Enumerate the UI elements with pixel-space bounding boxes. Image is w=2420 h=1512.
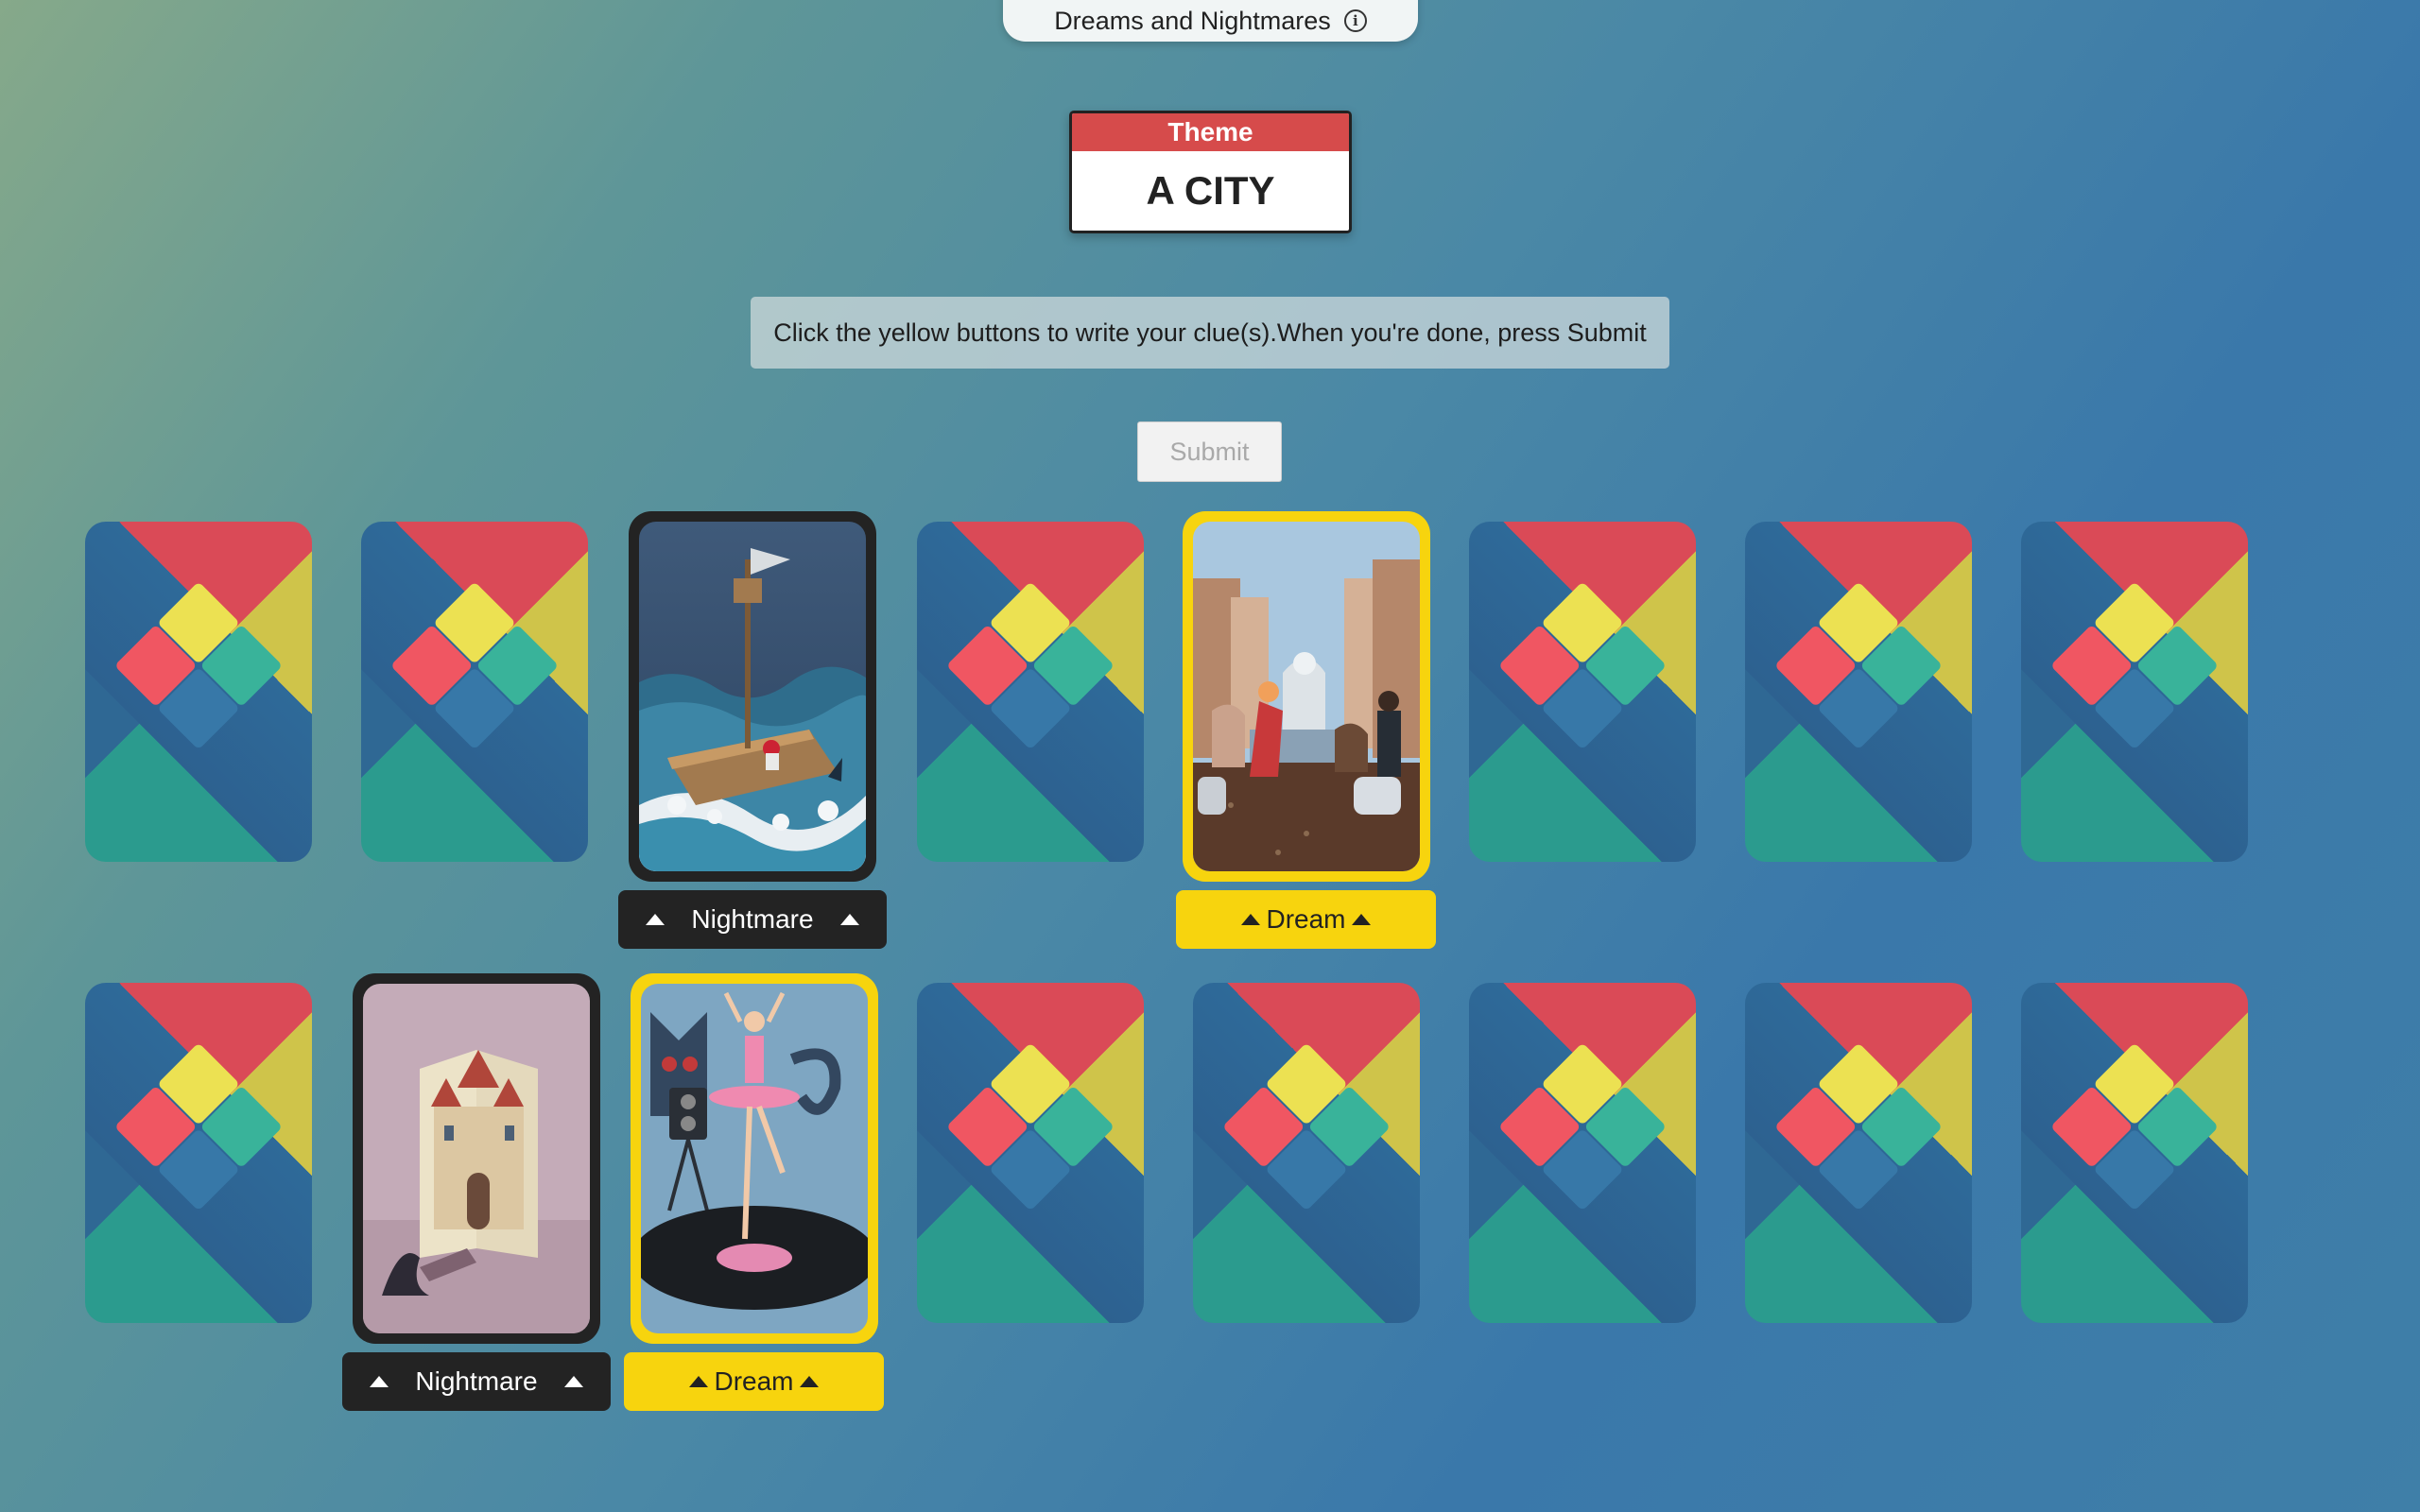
dream-tag-button[interactable]: Dream [624,1352,884,1411]
arrow-up-icon [839,914,859,925]
card-face-down[interactable] [1193,983,1420,1323]
arrow-up-icon [689,1376,709,1387]
submit-button[interactable]: Submit [1137,421,1282,482]
card-face-down[interactable] [1745,522,1972,862]
theme-value: A CITY [1146,168,1275,213]
raft-in-stormy-sea-illustration [639,522,866,871]
card-face-down[interactable] [85,522,312,862]
nightmare-tag-button[interactable]: Nightmare [342,1352,611,1411]
card-face-down[interactable] [2021,983,2248,1323]
city-plaza-with-statue-illustration [1193,522,1420,871]
card-face-down[interactable] [361,522,588,862]
info-icon[interactable]: i [1343,9,1367,32]
arrow-up-icon [1351,914,1371,925]
card-face-down[interactable] [917,983,1144,1323]
card-face-down[interactable] [2021,522,2248,862]
instruction-banner: Click the yellow buttons to write your c… [751,297,1669,369]
theme-card: Theme A CITY [1069,111,1352,233]
game-title: Dreams and Nightmares [1054,6,1331,35]
tag-label: Nightmare [415,1366,538,1396]
tag-label: Nightmare [691,904,814,934]
dream-tag-button[interactable]: Dream [1176,890,1436,949]
card-nightmare-raft[interactable] [629,511,876,882]
card-dream-city[interactable] [1183,511,1430,882]
arrow-up-icon [563,1376,583,1387]
card-face-down[interactable] [917,522,1144,862]
arrow-up-icon [370,1376,389,1387]
game-title-bar: Dreams and Nightmares i [1003,0,1418,42]
card-dream-ballerina[interactable] [631,973,878,1344]
castle-in-open-book-illustration [363,984,590,1333]
theme-label: Theme [1072,113,1349,151]
card-nightmare-castle[interactable] [353,973,600,1344]
card-face-down[interactable] [1745,983,1972,1323]
card-face-down[interactable] [1469,522,1696,862]
card-face-down[interactable] [85,983,312,1323]
arrow-up-icon [1241,914,1261,925]
tag-label: Dream [714,1366,794,1396]
nightmare-tag-button[interactable]: Nightmare [618,890,887,949]
arrow-up-icon [646,914,666,925]
arrow-up-icon [799,1376,819,1387]
ballerina-on-record-illustration [641,984,868,1333]
tag-label: Dream [1266,904,1346,934]
card-face-down[interactable] [1469,983,1696,1323]
